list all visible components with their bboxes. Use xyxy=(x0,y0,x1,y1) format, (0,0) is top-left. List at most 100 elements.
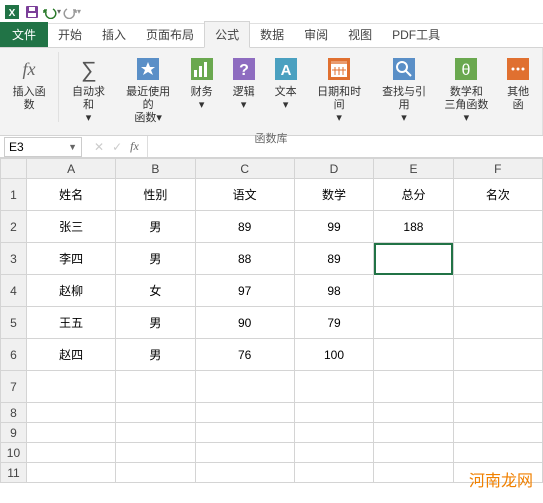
cell[interactable]: 90 xyxy=(195,307,294,339)
tab-review[interactable]: 审阅 xyxy=(294,22,338,47)
cell[interactable] xyxy=(374,371,453,403)
cell[interactable]: 男 xyxy=(116,307,195,339)
cell[interactable] xyxy=(26,371,115,403)
row-header[interactable]: 5 xyxy=(1,307,27,339)
cell[interactable]: 姓名 xyxy=(26,179,115,211)
cell[interactable]: 数学 xyxy=(294,179,373,211)
cell[interactable] xyxy=(294,463,373,483)
cell[interactable]: 76 xyxy=(195,339,294,371)
col-header[interactable]: B xyxy=(116,159,195,179)
col-header[interactable]: F xyxy=(453,159,542,179)
cell[interactable] xyxy=(453,275,542,307)
cell[interactable] xyxy=(195,423,294,443)
cell[interactable]: 97 xyxy=(195,275,294,307)
row-header[interactable]: 1 xyxy=(1,179,27,211)
tab-file[interactable]: 文件 xyxy=(0,22,48,47)
cell[interactable]: 总分 xyxy=(374,179,453,211)
cell[interactable] xyxy=(116,371,195,403)
cell[interactable] xyxy=(294,403,373,423)
cell[interactable] xyxy=(26,463,115,483)
cell[interactable] xyxy=(453,307,542,339)
math-button[interactable]: θ 数学和 三角函数▾ xyxy=(439,52,495,128)
cell[interactable] xyxy=(453,243,542,275)
row-header[interactable]: 10 xyxy=(1,443,27,463)
cell[interactable] xyxy=(294,371,373,403)
cell[interactable]: 99 xyxy=(294,211,373,243)
other-functions-button[interactable]: 其他函 xyxy=(498,52,538,114)
cell[interactable] xyxy=(195,463,294,483)
cell[interactable] xyxy=(453,403,542,423)
cell[interactable]: 89 xyxy=(195,211,294,243)
cell[interactable] xyxy=(26,443,115,463)
cell[interactable] xyxy=(26,423,115,443)
cell[interactable]: 男 xyxy=(116,243,195,275)
cell[interactable]: 188 xyxy=(374,211,453,243)
cell[interactable] xyxy=(453,371,542,403)
grid[interactable]: A B C D E F 1 姓名 性别 语文 数学 总分 名次 2 张三 男 8… xyxy=(0,158,543,483)
formula-input[interactable] xyxy=(147,136,543,157)
row-header[interactable]: 2 xyxy=(1,211,27,243)
cell[interactable]: 98 xyxy=(294,275,373,307)
cell[interactable]: 100 xyxy=(294,339,373,371)
col-header[interactable]: C xyxy=(195,159,294,179)
logical-button[interactable]: ? 逻辑 ▾ xyxy=(225,52,263,114)
autosum-button[interactable]: ∑ 自动求和 ▾ xyxy=(63,52,113,128)
cell[interactable]: 性别 xyxy=(116,179,195,211)
cell[interactable] xyxy=(195,443,294,463)
col-header[interactable]: E xyxy=(374,159,453,179)
cell[interactable] xyxy=(374,443,453,463)
cell[interactable] xyxy=(374,307,453,339)
cell[interactable]: 名次 xyxy=(453,179,542,211)
tab-formulas[interactable]: 公式 xyxy=(204,21,250,48)
datetime-button[interactable]: 日期和时间 ▾ xyxy=(309,52,370,128)
cell[interactable] xyxy=(453,339,542,371)
cell[interactable] xyxy=(374,463,453,483)
cell[interactable] xyxy=(116,403,195,423)
cell[interactable]: 赵柳 xyxy=(26,275,115,307)
cell[interactable] xyxy=(26,403,115,423)
cell[interactable] xyxy=(453,211,542,243)
row-header[interactable]: 9 xyxy=(1,423,27,443)
cell[interactable] xyxy=(453,443,542,463)
cell[interactable] xyxy=(116,443,195,463)
lookup-button[interactable]: 查找与引用 ▾ xyxy=(374,52,435,128)
row-header[interactable]: 6 xyxy=(1,339,27,371)
row-header[interactable]: 11 xyxy=(1,463,27,483)
cell[interactable]: 张三 xyxy=(26,211,115,243)
cell[interactable] xyxy=(195,403,294,423)
row-header[interactable]: 3 xyxy=(1,243,27,275)
cell[interactable] xyxy=(374,403,453,423)
cell[interactable] xyxy=(294,423,373,443)
tab-pagelayout[interactable]: 页面布局 xyxy=(136,22,204,47)
col-header[interactable]: A xyxy=(26,159,115,179)
cell[interactable] xyxy=(374,339,453,371)
cell[interactable]: 79 xyxy=(294,307,373,339)
cell[interactable] xyxy=(116,423,195,443)
row-header[interactable]: 8 xyxy=(1,403,27,423)
cell[interactable] xyxy=(374,275,453,307)
select-all-handle[interactable] xyxy=(1,159,27,179)
save-icon[interactable] xyxy=(23,3,41,21)
tab-home[interactable]: 开始 xyxy=(48,22,92,47)
redo-icon[interactable]: ▾ xyxy=(63,3,81,21)
cell[interactable]: 88 xyxy=(195,243,294,275)
cell[interactable] xyxy=(453,423,542,443)
col-header[interactable]: D xyxy=(294,159,373,179)
insert-function-button[interactable]: fx 插入函数 xyxy=(4,52,54,114)
cell[interactable]: 语文 xyxy=(195,179,294,211)
fx-bar-icon[interactable]: fx xyxy=(130,139,139,154)
tab-view[interactable]: 视图 xyxy=(338,22,382,47)
undo-icon[interactable]: ▾ xyxy=(43,3,61,21)
cell[interactable]: 女 xyxy=(116,275,195,307)
cell[interactable]: 89 xyxy=(294,243,373,275)
text-button[interactable]: A 文本 ▾ xyxy=(267,52,305,114)
financial-button[interactable]: 财务 ▾ xyxy=(183,52,221,114)
name-box[interactable]: E3 ▼ xyxy=(4,137,82,157)
cell[interactable]: 男 xyxy=(116,211,195,243)
cell[interactable] xyxy=(195,371,294,403)
cell[interactable] xyxy=(116,463,195,483)
cell[interactable] xyxy=(294,443,373,463)
tab-insert[interactable]: 插入 xyxy=(92,22,136,47)
cell[interactable]: 李四 xyxy=(26,243,115,275)
recent-functions-button[interactable]: 最近使用的 函数▾ xyxy=(118,52,179,128)
